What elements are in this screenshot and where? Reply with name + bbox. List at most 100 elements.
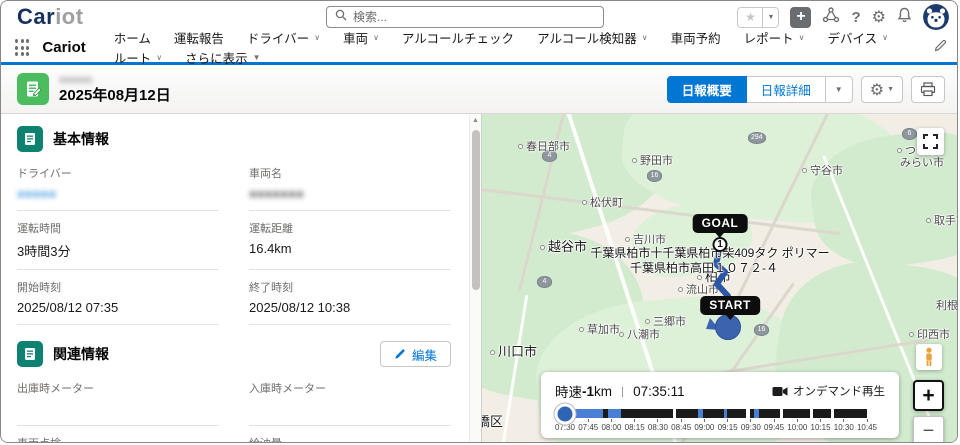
timeline-segment-blue[interactable] [608, 409, 621, 418]
nav-tab-運転報告[interactable]: 運転報告 [174, 28, 224, 47]
field-value: 16.4km [249, 241, 451, 256]
nav-tab-label: ルート [114, 48, 152, 67]
more-actions-caret-icon[interactable]: ▼ [826, 76, 853, 103]
setup-gear-icon[interactable]: ⚙ [872, 7, 886, 28]
goal-marker[interactable]: GOAL [693, 214, 748, 233]
timeline-segment-black[interactable] [813, 409, 831, 418]
ondemand-playback-control[interactable]: オンデマンド再生 [772, 383, 885, 399]
daily-detail-button[interactable]: 日報詳細 [747, 76, 826, 103]
speed-unit-label: km [594, 384, 612, 399]
speed-value: -1 [582, 384, 594, 399]
video-camera-icon [772, 386, 788, 397]
settings-gear-button[interactable]: ⚙ ▼ [861, 76, 903, 103]
panel-scrollbar[interactable]: ▲ [469, 114, 481, 443]
nav-tab-label: デバイス [827, 28, 877, 47]
nav-tab-label: 運転報告 [174, 28, 224, 47]
timeline-segment-black[interactable] [759, 409, 780, 418]
global-actions-plus-icon[interactable]: + [790, 7, 811, 28]
nav-tab-ルート[interactable]: ルート ∨ [114, 48, 162, 67]
user-avatar[interactable] [923, 4, 949, 30]
timeline-segment-black[interactable] [676, 409, 698, 418]
field-label: 運転時間 [17, 220, 219, 236]
timeline-tick-08:00: 08:00 [601, 419, 621, 432]
playback-timeline[interactable] [565, 409, 867, 418]
record-header: ●●●●● 2025年08月12日 日報概要 日報詳細 ▼ ⚙ ▼ [1, 65, 957, 114]
scrollbar-thumb[interactable] [472, 130, 480, 290]
street-view-pegman-icon[interactable] [916, 344, 942, 370]
global-search[interactable] [326, 6, 604, 28]
timeline-tick-10:45: 10:45 [857, 419, 877, 432]
nav-tab-さらに表示[interactable]: さらに表示▼ [185, 48, 260, 67]
timeline-tick-09:00: 09:00 [694, 419, 714, 432]
gear-icon: ⚙ [870, 80, 884, 100]
app-navigation: Cariot ホーム運転報告ドライバー∨車両∨アルコールチェックアルコール検知器… [1, 33, 957, 65]
playback-separator: | [621, 384, 624, 398]
related-info-section-title: 関連情報 [53, 344, 109, 364]
waypoint-marker[interactable]: 1 [713, 237, 728, 252]
main-content: 基本情報 ドライバー●●●●●車両名●●●●●●●運転時間3時間3分運転距離16… [1, 114, 957, 443]
timeline-tick-08:45: 08:45 [671, 419, 691, 432]
edit-button[interactable]: 編集 [380, 341, 451, 367]
help-icon[interactable]: ? [851, 7, 860, 28]
nav-tab-label: アルコール検知器 [537, 28, 637, 47]
field-value: 3時間3分 [17, 241, 219, 260]
field-value: 2025/08/12 10:38 [249, 300, 451, 315]
nav-tab-ホーム[interactable]: ホーム [114, 28, 151, 47]
timeline-handle[interactable] [558, 406, 573, 421]
print-button[interactable] [911, 76, 945, 103]
app-launcher-waffle-icon[interactable] [15, 39, 29, 56]
chevron-down-icon: ∨ [799, 33, 805, 42]
app-name[interactable]: Cariot [42, 39, 85, 56]
field-label: 終了時刻 [249, 279, 451, 295]
field-label: ドライバー [17, 165, 219, 181]
field-value [249, 401, 451, 416]
timeline-segment-black[interactable] [783, 409, 810, 418]
timeline-tick-07:45: 07:45 [578, 419, 598, 432]
scrollbar-up-arrow-icon[interactable]: ▲ [470, 114, 481, 128]
logo-text-iot: iot [55, 4, 83, 29]
chevron-down-icon: ∨ [882, 33, 888, 42]
timeline-tick-10:30: 10:30 [834, 419, 854, 432]
nav-tab-label: 車両 [343, 28, 368, 47]
route-map[interactable]: 春日部市野田市守谷市つくばみらい市松伏町取手市越谷市吉川市柏市流山市三郷市草加市… [482, 114, 957, 443]
nav-tab-車両[interactable]: 車両∨ [343, 28, 379, 47]
field-label: 出庫時メーター [17, 380, 219, 396]
field-label: 運転距離 [249, 220, 451, 236]
notifications-bell-icon[interactable] [897, 7, 912, 28]
nav-tab-ドライバー[interactable]: ドライバー∨ [247, 28, 320, 47]
nav-tabs: ホーム運転報告ドライバー∨車両∨アルコールチェックアルコール検知器∨車両予約レポ… [114, 28, 934, 68]
timeline-tick-09:45: 09:45 [764, 419, 784, 432]
fullscreen-button[interactable] [917, 128, 944, 155]
nav-tab-label: アルコールチェック [402, 28, 514, 47]
favorites-star-icon[interactable]: ★ [738, 8, 762, 27]
basic-info-section-title: 基本情報 [53, 129, 109, 149]
field-label: 車両名 [249, 165, 451, 181]
field-運転時間: 運転時間 3時間3分 [17, 211, 219, 270]
nav-edit-pencil-icon[interactable] [934, 39, 947, 57]
field-value[interactable]: ●●●●● [17, 186, 219, 201]
field-value: 2025/08/12 07:35 [17, 300, 219, 315]
timeline-segment-black[interactable] [727, 409, 747, 418]
nav-tab-アルコールチェック[interactable]: アルコールチェック [402, 28, 514, 47]
ondemand-label: オンデマンド再生 [793, 383, 885, 399]
field-label: 車両点検 [17, 435, 219, 443]
timeline-segment-black[interactable] [834, 409, 867, 418]
chevron-down-icon: ∨ [156, 53, 162, 62]
daily-summary-button[interactable]: 日報概要 [667, 76, 747, 103]
nav-tab-車両予約[interactable]: 車両予約 [671, 28, 721, 47]
timeline-segment-black[interactable] [621, 409, 673, 418]
nav-tab-デバイス[interactable]: デバイス ∨ [827, 28, 888, 47]
favorites-caret-icon[interactable]: ▼ [762, 8, 778, 27]
field-ドライバー: ドライバー ●●●●● [17, 156, 219, 211]
search-input[interactable] [353, 10, 595, 24]
logo-text-car: Car [17, 4, 55, 29]
zoom-in-button[interactable]: + [913, 380, 944, 411]
nav-tab-アルコール検知器[interactable]: アルコール検知器∨ [537, 28, 648, 47]
related-info-section-icon [17, 341, 43, 367]
nav-tab-レポート[interactable]: レポート∨ [744, 28, 805, 47]
nav-tab-label: ドライバー [247, 28, 309, 47]
timeline-segment-black[interactable] [703, 409, 723, 418]
guidance-center-icon[interactable] [822, 7, 840, 28]
start-marker[interactable]: START [700, 296, 760, 315]
zoom-out-button[interactable]: − [913, 416, 944, 443]
